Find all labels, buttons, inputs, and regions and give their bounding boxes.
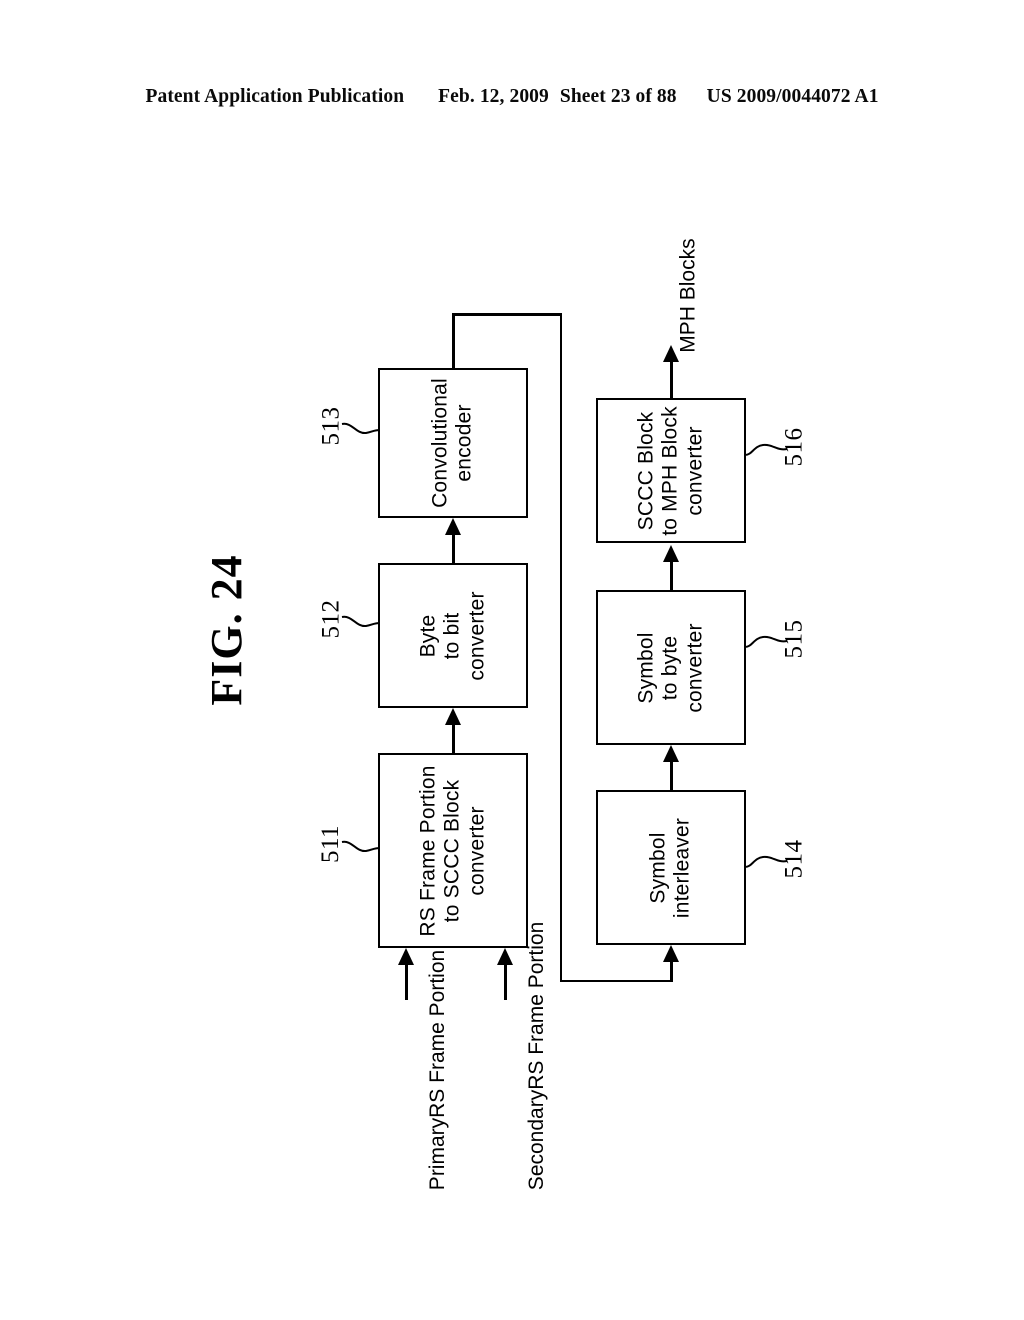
arrowhead-514-to-515 xyxy=(663,745,679,762)
input-primary-arrowhead xyxy=(398,948,414,965)
block-515-label: Symbol to byte converter xyxy=(634,622,707,713)
input-secondary-wire xyxy=(504,965,507,1000)
arrowhead-into-514 xyxy=(663,945,679,962)
leader-line-516 xyxy=(744,443,788,456)
leader-line-515 xyxy=(744,635,788,648)
leader-line-511 xyxy=(341,840,381,853)
block-515: Symbol to byte converter xyxy=(596,590,746,745)
block-511-label: RS Frame Portion to SCCC Block converter xyxy=(416,764,489,937)
leader-line-512 xyxy=(341,615,381,628)
figure-title: FIG. 24 xyxy=(201,554,251,706)
arrowhead-512-to-513 xyxy=(445,518,461,535)
block-514: Symbol interleaver xyxy=(596,790,746,945)
input-secondary-arrowhead xyxy=(497,948,513,965)
block-512: Byte to bit converter xyxy=(378,563,528,708)
output-label: MPH Blocks xyxy=(676,238,700,353)
leader-line-513 xyxy=(341,422,381,435)
wire-513-top-stub xyxy=(452,313,455,370)
wire-feedback-vertical xyxy=(559,313,562,982)
wire-516-to-output xyxy=(670,362,673,400)
arrowhead-515-to-516 xyxy=(663,545,679,562)
wire-into-514 xyxy=(670,962,673,982)
input-primary-label: PrimaryRS Frame Portion xyxy=(426,949,449,1191)
arrowhead-511-to-512 xyxy=(445,708,461,725)
wire-513-to-right xyxy=(452,313,562,316)
wire-511-to-512 xyxy=(452,725,455,755)
block-513-label: Convolutional encoder xyxy=(428,378,476,508)
block-512-label: Byte to bit converter xyxy=(416,590,489,681)
wire-feedback-bottom xyxy=(559,979,673,982)
input-secondary-label: SecondaryRS Frame Portion xyxy=(525,921,548,1191)
block-511: RS Frame Portion to SCCC Block converter xyxy=(378,753,528,948)
wire-512-to-513 xyxy=(452,535,455,565)
block-514-label: Symbol interleaver xyxy=(646,817,694,918)
block-516: SCCC Block to MPH Block converter xyxy=(596,398,746,543)
input-primary-wire xyxy=(405,965,408,1000)
block-513: Convolutional encoder xyxy=(378,368,528,518)
wire-515-to-516 xyxy=(670,562,673,592)
wire-514-to-515 xyxy=(670,762,673,792)
figure-canvas: FIG. 24 RS Frame Portion to SCCC Block c… xyxy=(0,0,1024,1320)
leader-line-514 xyxy=(744,855,788,868)
block-516-label: SCCC Block to MPH Block converter xyxy=(634,405,707,536)
